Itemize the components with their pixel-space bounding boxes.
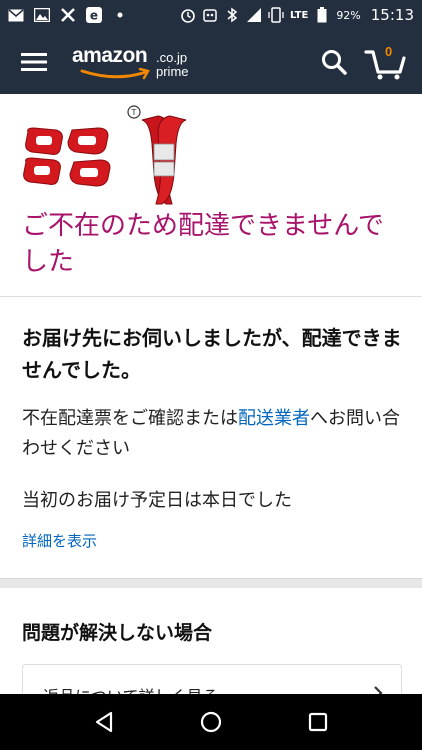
logo-prime: prime — [156, 64, 189, 79]
network-type: LTE — [289, 9, 309, 21]
section-divider — [0, 578, 422, 588]
cart-count: 0 — [385, 44, 393, 59]
problem-section-title: 問題が解決しない場合 — [22, 622, 213, 644]
back-icon — [95, 711, 112, 733]
system-nav-bar — [0, 694, 422, 750]
status-bar: e LTE 92% 15:13 — [0, 0, 422, 30]
divider — [0, 296, 422, 297]
hamburger-menu-button[interactable] — [8, 30, 60, 94]
vibrate-icon — [268, 7, 284, 23]
search-button[interactable] — [316, 44, 352, 80]
svg-text:e: e — [90, 9, 98, 23]
expected-delivery-text: 当初のお届け予定日は本日でした — [22, 490, 292, 511]
search-icon — [322, 50, 347, 75]
info-body-text-pre: 不在配達票をご確認または — [22, 408, 238, 429]
x-app-icon — [60, 7, 76, 23]
info-title: お届け先にお伺いしましたが、配達できませんでした。 — [22, 326, 402, 382]
battery-icon — [314, 7, 330, 23]
show-details-link[interactable]: 詳細を表示 — [22, 530, 97, 551]
home-icon — [200, 711, 222, 733]
home-button[interactable] — [191, 702, 231, 742]
clock: 15:13 — [370, 6, 414, 24]
carrier-link[interactable]: 配送業者 — [238, 408, 310, 429]
product-images: T — [22, 100, 402, 210]
more-icon — [112, 7, 128, 23]
logo-text: amazon — [72, 44, 148, 67]
signal-icon — [246, 7, 262, 23]
image-icon — [34, 7, 50, 23]
amazon-logo[interactable]: amazon .co.jp prime — [72, 42, 222, 82]
product-image-shift-paddle-covers[interactable] — [22, 126, 118, 188]
app-header: amazon .co.jp prime 0 — [0, 30, 422, 94]
smile-icon — [80, 68, 150, 80]
back-button[interactable] — [84, 702, 124, 742]
battery-level: 92% — [336, 8, 361, 22]
recents-button[interactable] — [298, 702, 338, 742]
edge-icon: e — [86, 7, 102, 23]
svg-text:T: T — [131, 108, 137, 117]
recents-icon — [309, 712, 328, 732]
alarm-icon — [180, 7, 196, 23]
robot-icon — [202, 7, 218, 23]
info-body: 不在配達票をご確認または配送業者へお問い合わせください — [22, 404, 412, 464]
cart-button[interactable]: 0 — [364, 42, 412, 82]
product-image-shift-paddles[interactable]: T — [124, 104, 206, 208]
bluetooth-icon — [224, 7, 240, 23]
delivery-failed-headline: ご不在のため配達できませんでした — [22, 211, 384, 277]
mail-icon — [8, 7, 24, 23]
logo-tld: .co.jp — [156, 50, 188, 65]
hamburger-icon — [21, 53, 47, 71]
